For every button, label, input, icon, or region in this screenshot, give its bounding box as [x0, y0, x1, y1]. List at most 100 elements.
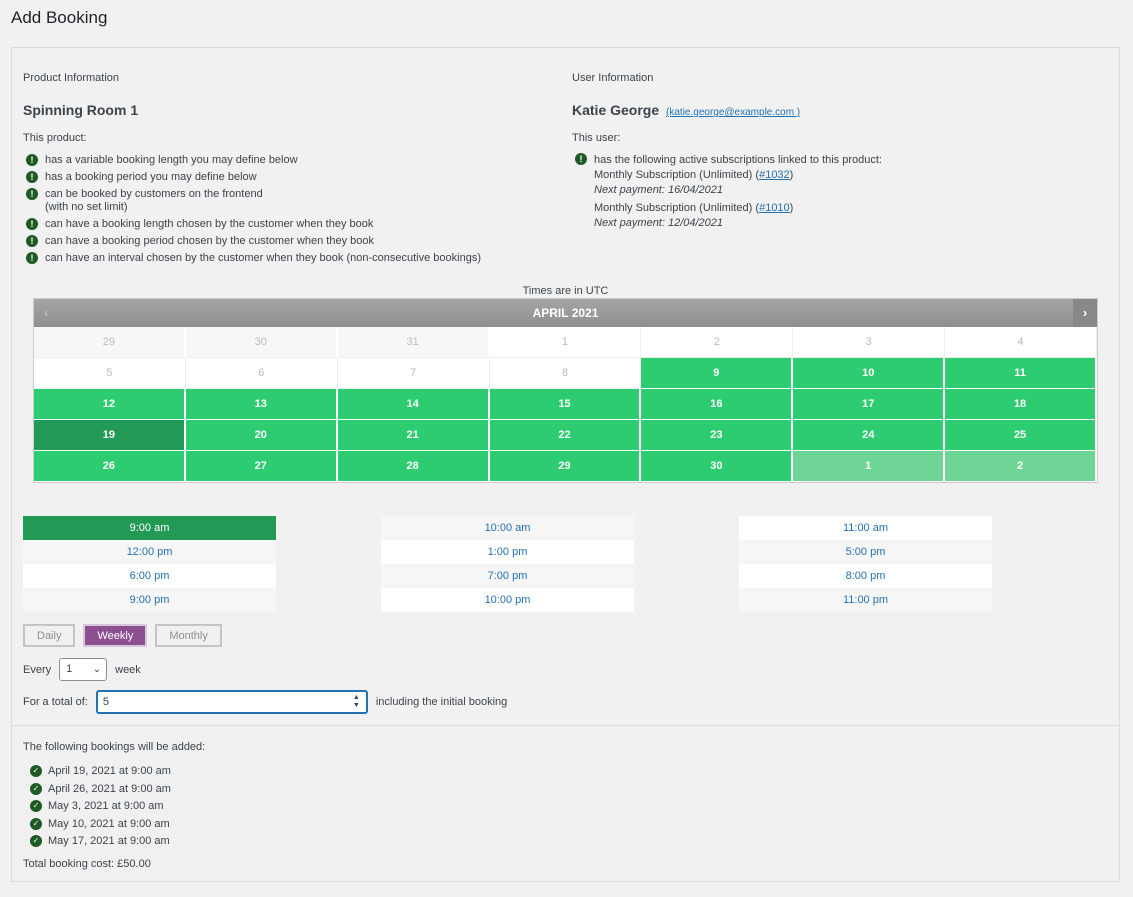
calendar-day[interactable]: 17: [793, 389, 946, 420]
exclamation-icon: !: [26, 171, 38, 183]
every-label: Every: [23, 663, 52, 676]
booking-panel: Product Information Spinning Room 1 This…: [11, 47, 1120, 882]
subscription-item: Monthly Subscription (Unlimited) (#1010)…: [572, 201, 882, 231]
interval-unit: week: [115, 663, 141, 676]
feature-item: ! can have a booking length chosen by the…: [23, 218, 481, 231]
calendar-day[interactable]: 15: [489, 389, 642, 420]
time-slot-column: 9:00 am 12:00 pm 6:00 pm 9:00 pm: [23, 516, 276, 612]
time-slot[interactable]: 11:00 pm: [739, 588, 992, 612]
feature-item: ! can have a booking period chosen by the…: [23, 235, 481, 248]
time-slot[interactable]: 12:00 pm: [23, 540, 276, 564]
user-name: Katie George: [572, 102, 660, 118]
total-cost: Total booking cost: £50.00: [23, 858, 151, 870]
calendar-day[interactable]: 28: [337, 451, 490, 482]
calendar-day[interactable]: 11: [945, 358, 1097, 389]
chevron-down-icon: ⌄: [92, 664, 102, 675]
booking-calendar: ‹ APRIL 2021 › 29 30 31 1 2 3 4 5 6 7 8 9 10 11 12 13 14…: [33, 298, 1098, 483]
prev-month-icon[interactable]: ‹: [34, 299, 58, 327]
calendar-day: 7: [337, 358, 490, 389]
subscription-list: ! has the following active subscriptions…: [572, 153, 882, 234]
calendar-day[interactable]: 25: [945, 420, 1097, 451]
time-slot[interactable]: 9:00 am: [23, 516, 276, 540]
calendar-day[interactable]: 18: [945, 389, 1097, 420]
calendar-day[interactable]: 24: [793, 420, 946, 451]
time-slot-column: 10:00 am 1:00 pm 7:00 pm 10:00 pm: [381, 516, 634, 612]
bookings-list: ✓ April 19, 2021 at 9:00 am ✓ April 26, 202…: [23, 764, 171, 852]
calendar-day: 31: [337, 327, 490, 358]
calendar-day: 30: [185, 327, 338, 358]
calendar-day[interactable]: 27: [185, 451, 338, 482]
calendar-day[interactable]: 20: [185, 420, 338, 451]
calendar-day[interactable]: 14: [337, 389, 490, 420]
calendar-header: ‹ APRIL 2021 ›: [34, 299, 1097, 327]
booking-item: ✓ April 19, 2021 at 9:00 am: [23, 764, 171, 778]
booking-item: ✓ April 26, 2021 at 9:00 am: [23, 782, 171, 796]
user-section-title: User Information: [572, 72, 654, 84]
time-slot[interactable]: 10:00 pm: [381, 588, 634, 612]
calendar-grid: 29 30 31 1 2 3 4 5 6 7 8 9 10 11 12 13 14 15 16 17 18 19 20 21 2…: [34, 327, 1097, 482]
total-label: For a total of:: [23, 696, 88, 708]
time-slot[interactable]: 11:00 am: [739, 516, 992, 540]
time-slot[interactable]: 9:00 pm: [23, 588, 276, 612]
calendar-day[interactable]: 26: [34, 451, 186, 482]
spinner-icon[interactable]: ▲ ▼: [353, 694, 360, 710]
total-count-input[interactable]: 5 ▲ ▼: [95, 690, 368, 714]
feature-item: ! can be booked by customers on the front…: [23, 188, 481, 214]
subscription-heading: ! has the following active subscriptions…: [572, 153, 882, 168]
weekly-button[interactable]: Weekly: [83, 624, 148, 647]
calendar-day: 5: [34, 358, 186, 389]
calendar-day[interactable]: 23: [641, 420, 794, 451]
monthly-button[interactable]: Monthly: [155, 624, 222, 647]
check-icon: ✓: [30, 817, 42, 830]
calendar-day[interactable]: 22: [489, 420, 642, 451]
calendar-day[interactable]: 13: [185, 389, 338, 420]
calendar-month-label: APRIL 2021: [532, 306, 599, 320]
frequency-toggle: Daily Weekly Monthly: [23, 624, 222, 647]
calendar-day[interactable]: 29: [489, 451, 642, 482]
check-icon: ✓: [30, 800, 42, 812]
timezone-note: Times are in UTC: [522, 285, 609, 297]
calendar-day[interactable]: 9: [641, 358, 794, 389]
calendar-day[interactable]: 30: [641, 451, 794, 482]
calendar-day[interactable]: 21: [337, 420, 490, 451]
daily-button[interactable]: Daily: [23, 624, 76, 647]
calendar-day[interactable]: 1: [793, 451, 946, 482]
booking-item: ✓ May 10, 2021 at 9:00 am: [23, 817, 171, 831]
calendar-day[interactable]: 19: [34, 420, 186, 451]
time-slot-column: 11:00 am 5:00 pm 8:00 pm 11:00 pm: [739, 516, 992, 612]
time-slot[interactable]: 7:00 pm: [381, 564, 634, 588]
time-slots: 9:00 am 12:00 pm 6:00 pm 9:00 pm 10:00 am 1:0…: [23, 516, 1083, 612]
page-title: Add Booking: [11, 8, 108, 27]
calendar-day[interactable]: 10: [793, 358, 946, 389]
user-email-link[interactable]: (katie.george@example.com ): [666, 107, 800, 118]
calendar-day[interactable]: 2: [945, 451, 1097, 482]
exclamation-icon: !: [26, 252, 38, 264]
subscription-link[interactable]: #1010: [759, 202, 790, 214]
product-feature-list: ! has a variable booking length you may d…: [23, 154, 481, 269]
product-name: Spinning Room 1: [23, 102, 139, 118]
calendar-day[interactable]: 12: [34, 389, 186, 420]
feature-item: ! has a booking period you may define bel…: [23, 171, 481, 184]
time-slot[interactable]: 10:00 am: [381, 516, 634, 540]
feature-item: ! has a variable booking length you may d…: [23, 154, 481, 167]
time-slot[interactable]: 8:00 pm: [739, 564, 992, 588]
total-suffix: including the initial booking: [375, 696, 508, 708]
time-slot[interactable]: 5:00 pm: [739, 540, 992, 564]
exclamation-icon: !: [26, 218, 38, 230]
interval-select[interactable]: 1 ⌄: [59, 658, 108, 681]
calendar-day: 4: [945, 327, 1097, 358]
calendar-day: 6: [185, 358, 338, 389]
next-month-icon[interactable]: ›: [1073, 299, 1097, 327]
calendar-day[interactable]: 16: [641, 389, 794, 420]
exclamation-icon: !: [575, 153, 587, 165]
time-slot[interactable]: 6:00 pm: [23, 564, 276, 588]
booking-summary: The following bookings will be added: ✓ A…: [12, 725, 1119, 881]
next-payment: Next payment: 16/04/2021: [594, 184, 724, 196]
time-slot[interactable]: 1:00 pm: [381, 540, 634, 564]
total-row: For a total of: 5 ▲ ▼ including the initi…: [23, 690, 507, 714]
subscription-link[interactable]: #1032: [759, 169, 790, 181]
exclamation-icon: !: [26, 154, 38, 166]
product-intro: This product:: [23, 132, 87, 144]
calendar-day: 3: [793, 327, 946, 358]
calendar-day: 29: [34, 327, 186, 358]
